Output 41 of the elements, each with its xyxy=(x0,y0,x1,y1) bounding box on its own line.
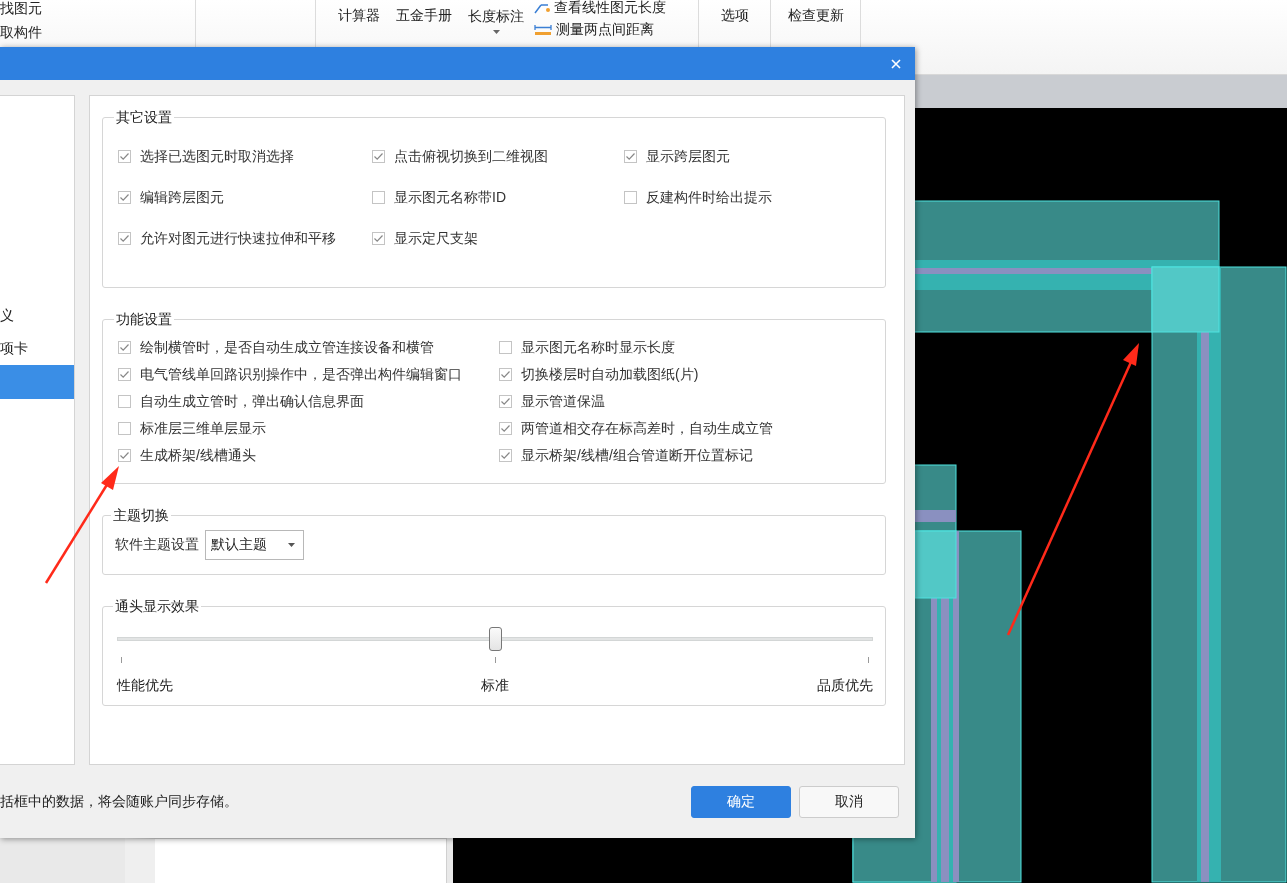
option-label: 点击俯视切换到二维视图 xyxy=(394,147,548,166)
option-label: 标准层三维单层显示 xyxy=(140,419,266,438)
nav-item[interactable]: 义 xyxy=(0,299,74,332)
option-label: 自动生成立管时，弹出确认信息界面 xyxy=(140,392,364,411)
toolbar-item[interactable]: 找图元 xyxy=(0,0,42,16)
toolbar-button[interactable]: 查看线性图元长度 xyxy=(534,0,666,16)
option-label: 切换楼层时自动加载图纸(片) xyxy=(521,365,699,384)
slider-label: 品质优先 xyxy=(817,677,873,695)
option-label: 显示桥架/线槽/组合管道断开位置标记 xyxy=(521,446,753,465)
option-label: 生成桥架/线槽通头 xyxy=(140,446,256,465)
option-label: 绘制横管时，是否自动生成立管连接设备和横管 xyxy=(140,338,434,357)
toolbar-button[interactable]: 选项 xyxy=(712,0,757,32)
toolbar-button[interactable]: 测量两点间距离 xyxy=(534,22,666,38)
theme-dropdown[interactable]: 默认主题 xyxy=(205,530,304,560)
toolbar-button[interactable]: 五金手册 xyxy=(388,0,460,32)
slider-label: 标准 xyxy=(481,677,509,695)
option-label: 两管道相交存在标高差时，自动生成立管 xyxy=(521,419,773,438)
toolbar-button[interactable]: 长度标注 xyxy=(460,0,532,38)
toolbar-item[interactable]: 取构件 xyxy=(0,24,42,40)
option-label: 显示图元名称带ID xyxy=(394,188,506,207)
option-label: 允许对图元进行快速拉伸和平移 xyxy=(140,229,336,248)
field-label: 软件主题设置 xyxy=(115,536,199,554)
group-title: 其它设置 xyxy=(115,108,173,126)
option-label: 反建构件时给出提示 xyxy=(646,188,772,207)
option-label: 显示定尺支架 xyxy=(394,229,478,248)
option-label: 显示管道保温 xyxy=(521,392,605,411)
nav-item[interactable]: 项卡 xyxy=(0,332,74,365)
toolbar-button[interactable]: 计算器 xyxy=(330,0,388,32)
ok-button[interactable]: 确定 xyxy=(691,785,791,818)
option-label: 显示图元名称时显示长度 xyxy=(521,338,675,357)
option-label: 选择已选图元时取消选择 xyxy=(140,147,294,166)
cancel-button[interactable]: 取消 xyxy=(799,785,899,818)
group-title: 功能设置 xyxy=(115,310,173,328)
toolbar-button[interactable]: 检查更新 xyxy=(779,0,852,32)
footer-note: 括框中的数据，将会随账户同步存储。 xyxy=(0,792,238,811)
slider-label: 性能优先 xyxy=(117,677,173,695)
option-label: 显示跨层图元 xyxy=(646,147,730,166)
group-title: 主题切换 xyxy=(112,506,170,524)
option-label: 编辑跨层图元 xyxy=(140,188,224,207)
option-label: 电气管线单回路识别操作中，是否弹出构件编辑窗口 xyxy=(140,365,462,384)
group-title: 通头显示效果 xyxy=(114,597,200,615)
